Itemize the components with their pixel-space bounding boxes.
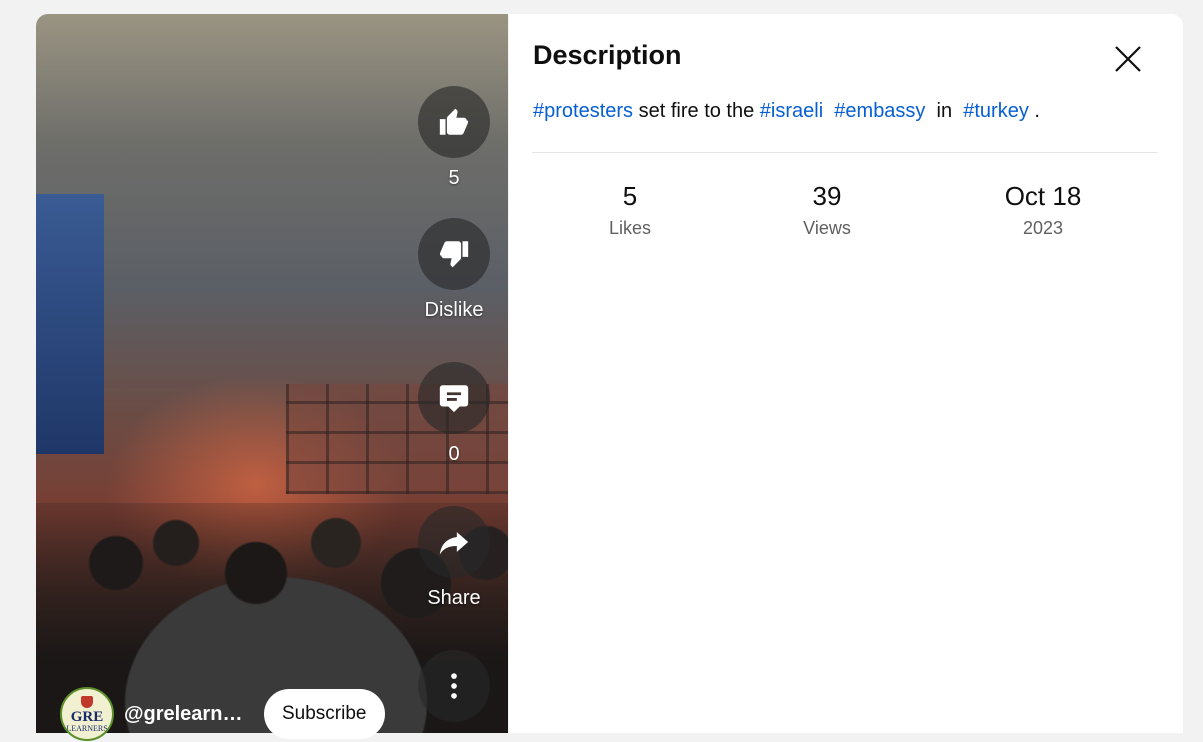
channel-handle[interactable]: @grelearners: [124, 703, 250, 726]
panel-title: Description: [533, 40, 682, 70]
more-vert-icon: [451, 673, 457, 699]
description-fragment: set fire to the: [633, 100, 760, 122]
comment-count: 0: [448, 443, 460, 465]
comment-icon: [439, 385, 469, 413]
close-button[interactable]: [1109, 40, 1147, 78]
shield-icon: [81, 695, 93, 708]
more-action[interactable]: [418, 650, 490, 722]
views-stat: 39 Views: [747, 180, 907, 239]
like-button[interactable]: [418, 86, 490, 158]
video-frame-billboard: [36, 194, 104, 454]
hashtag-link[interactable]: #protesters: [533, 100, 633, 122]
close-icon: [1115, 46, 1141, 72]
likes-value: 5: [622, 181, 638, 211]
subscribe-button[interactable]: Subscribe: [264, 689, 385, 739]
comment-action[interactable]: 0: [418, 362, 490, 466]
like-action[interactable]: 5: [418, 86, 490, 190]
hashtag-link[interactable]: #embassy: [834, 100, 925, 122]
date-year: 2023: [1022, 218, 1064, 238]
date-stat: Oct 18 2023: [963, 180, 1123, 239]
description-fragment: in: [931, 100, 958, 122]
channel-bar: GRE LEARNERS @grelearners Subscribe: [60, 686, 385, 742]
description-fragment: .: [1028, 100, 1040, 122]
hashtag-link[interactable]: #turkey: [963, 100, 1029, 122]
dislike-button[interactable]: [418, 218, 490, 290]
hashtag-link[interactable]: #israeli: [760, 100, 823, 122]
share-button[interactable]: [418, 506, 490, 578]
share-icon: [439, 532, 469, 555]
comment-button[interactable]: [418, 362, 490, 434]
dislike-label: Dislike: [424, 299, 484, 321]
description-panel: Description #protesters set fire to the …: [509, 14, 1183, 733]
views-value: 39: [812, 181, 842, 211]
thumbs-up-icon: [439, 108, 469, 135]
divider: [532, 152, 1158, 153]
avatar-logo-subtext: LEARNERS: [66, 723, 108, 733]
views-label: Views: [803, 218, 851, 238]
likes-stat: 5 Likes: [550, 180, 710, 239]
share-label: Share: [427, 587, 481, 609]
likes-label: Likes: [608, 218, 652, 238]
like-count: 5: [448, 167, 460, 189]
avatar-logo-text: GRE: [70, 708, 104, 725]
date-value: Oct 18: [1004, 181, 1082, 211]
more-options-button[interactable]: [418, 650, 490, 722]
share-action[interactable]: Share: [418, 506, 490, 610]
description-text: #protesters set fire to the #israeli #em…: [533, 100, 1040, 123]
dislike-action[interactable]: Dislike: [418, 218, 490, 322]
thumbs-down-icon: [439, 241, 469, 268]
